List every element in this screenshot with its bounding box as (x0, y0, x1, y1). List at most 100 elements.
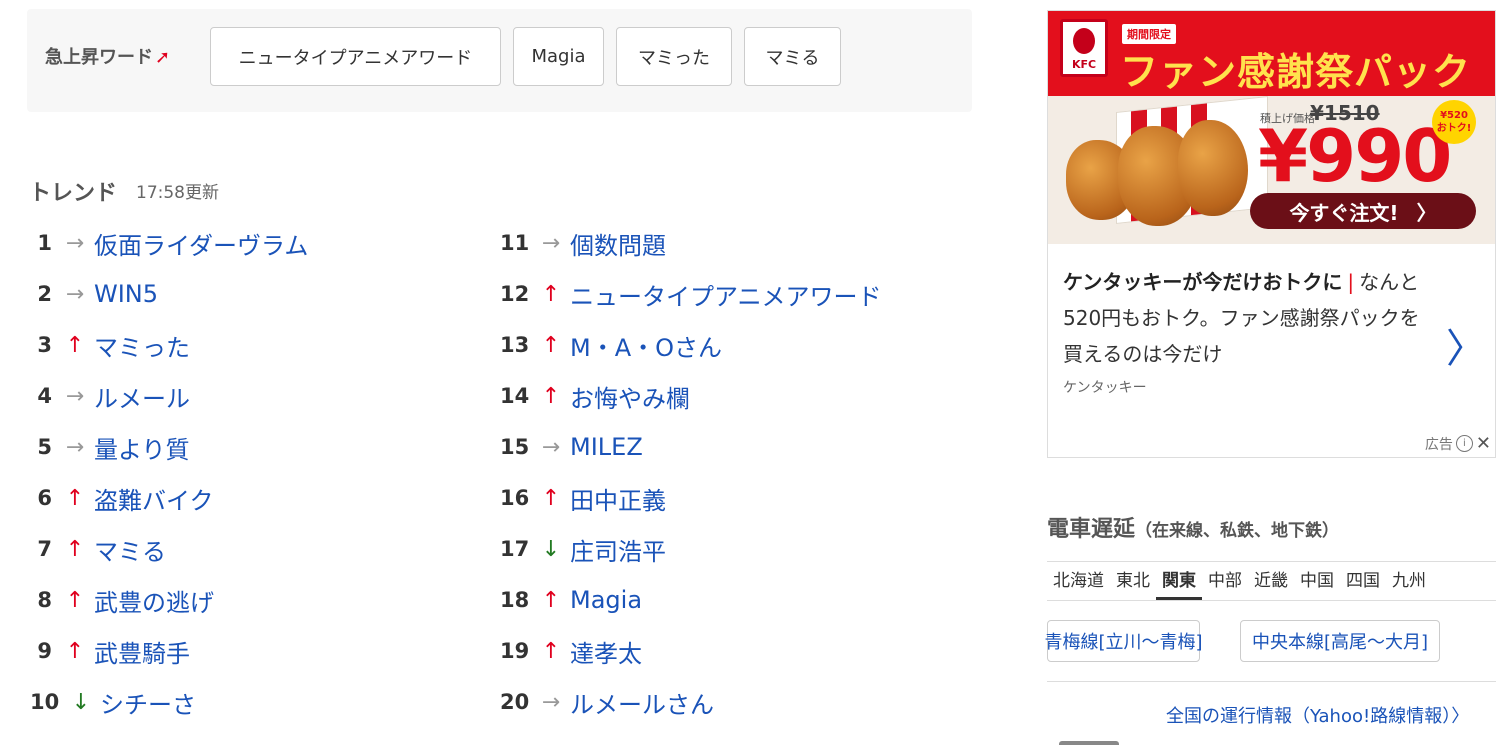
ad-label: 広告 (1424, 436, 1453, 453)
trend-word-link[interactable]: ルメール (94, 379, 190, 414)
trend-row[interactable]: 15 → MILEZ (500, 432, 643, 462)
trend-up-arrow-icon: ↑ (541, 383, 561, 409)
trend-up-arrow-icon: ↑ (65, 536, 85, 562)
delayed-line-chip[interactable]: 中央本線[高尾〜大月] (1240, 620, 1440, 662)
trend-word-link[interactable]: ルメールさん (570, 685, 714, 720)
trend-flat-arrow-icon: → (65, 434, 85, 460)
trend-rank: 7 (37, 537, 52, 561)
deal-badge-amount: ¥520 (1440, 110, 1468, 121)
ad-title[interactable]: ケンタッキーが今だけおトクに | なんと520円もおトク。ファン感謝祭パックを買える… (1063, 264, 1433, 372)
sale-price: ¥990 (1258, 114, 1452, 198)
trend-row[interactable]: 1 → 仮面ライダーヴラム (30, 226, 308, 261)
chevron-right-icon: 〉 (1416, 200, 1437, 225)
trend-up-arrow-icon: ↑ (65, 587, 85, 613)
trend-word-link[interactable]: 盗難バイク (94, 481, 214, 516)
trend-word-link[interactable]: M・A・Oさん (570, 328, 722, 363)
trend-word-link[interactable]: 武豊の逃げ (94, 583, 214, 618)
order-now-button[interactable]: 今すぐ注文! 〉 (1250, 193, 1476, 229)
region-tab[interactable]: 近畿 (1248, 562, 1294, 600)
trend-row[interactable]: 3 ↑ マミった (30, 328, 190, 363)
region-tab[interactable]: 関東 (1156, 562, 1202, 600)
trend-row[interactable]: 6 ↑ 盗難バイク (30, 481, 214, 516)
trend-word-link[interactable]: ニュータイプアニメアワード (570, 277, 882, 312)
rising-word-chip[interactable]: マミる (744, 27, 841, 86)
trend-up-arrow-icon: ↑ (541, 638, 561, 664)
rising-arrow-icon: ➚ (155, 47, 171, 68)
order-now-label: 今すぐ注文! (1289, 200, 1399, 225)
ad-banner-image[interactable]: KFC 期間限定 ファン感謝祭パック 積上げ価格 ¥1510 ¥990 ¥520… (1048, 11, 1495, 244)
deal-badge: ¥520 おトク! (1432, 100, 1476, 144)
trend-row[interactable]: 2 → WIN5 (30, 279, 158, 309)
close-icon[interactable]: ✕ (1476, 433, 1491, 454)
trend-word-link[interactable]: 田中正義 (570, 481, 666, 516)
trend-up-arrow-icon: ↑ (541, 281, 561, 307)
trend-rank: 1 (37, 231, 52, 255)
trend-row[interactable]: 5 → 量より質 (30, 430, 190, 465)
rising-word-chip[interactable]: マミった (616, 27, 732, 86)
trend-rank: 16 (500, 486, 530, 510)
trend-flat-arrow-icon: → (541, 434, 561, 460)
divider (1047, 681, 1496, 682)
ad-headline: ファン感謝祭パック (1120, 50, 1472, 94)
rising-word-chip[interactable]: ニュータイプアニメアワード (210, 27, 501, 86)
trend-row[interactable]: 17 ↓ 庄司浩平 (500, 532, 666, 567)
chevron-right-icon[interactable]: 〉 (1446, 329, 1486, 369)
trend-rank: 13 (500, 333, 530, 357)
trend-word-link[interactable]: 武豊騎手 (94, 634, 190, 669)
trend-up-arrow-icon: ↑ (65, 485, 85, 511)
trend-row[interactable]: 7 ↑ マミる (30, 532, 166, 567)
delayed-line-chip[interactable]: 青梅線[立川〜青梅] (1044, 620, 1203, 662)
info-icon[interactable]: i (1455, 435, 1473, 452)
region-tab[interactable]: 九州 (1386, 562, 1432, 600)
trend-rank: 20 (500, 690, 530, 714)
trend-row[interactable]: 10 ↓ シチーさ (30, 685, 196, 720)
trend-rank: 11 (500, 231, 530, 255)
trend-word-link[interactable]: MILEZ (570, 433, 643, 461)
trend-row[interactable]: 20 → ルメールさん (500, 685, 714, 720)
trend-row[interactable]: 4 → ルメール (30, 379, 190, 414)
trend-rank: 15 (500, 435, 530, 459)
region-tab[interactable]: 北海道 (1047, 562, 1110, 600)
ad-sponsor: ケンタッキー (1063, 380, 1147, 396)
ad-title-bold: ケンタッキーが今だけおトクに (1063, 270, 1343, 294)
trend-row[interactable]: 11 → 個数問題 (500, 226, 666, 261)
trend-down-arrow-icon: ↓ (71, 689, 91, 715)
trend-word-link[interactable]: Magia (570, 586, 642, 614)
trend-up-arrow-icon: ↑ (541, 587, 561, 613)
trend-word-link[interactable]: 量より質 (94, 430, 190, 465)
trend-row[interactable]: 12 ↑ ニュータイプアニメアワード (500, 277, 882, 312)
ad-card[interactable]: KFC 期間限定 ファン感謝祭パック 積上げ価格 ¥1510 ¥990 ¥520… (1047, 10, 1496, 458)
trend-word-link[interactable]: WIN5 (94, 280, 158, 308)
rising-word-chip[interactable]: Magia (513, 27, 604, 86)
national-train-info-link[interactable]: 全国の運行情報（Yahoo!路線情報）〉 (1166, 702, 1469, 728)
trend-row[interactable]: 14 ↑ お悔やみ欄 (500, 379, 690, 414)
trend-word-link[interactable]: 個数問題 (570, 226, 666, 261)
region-tab[interactable]: 東北 (1110, 562, 1156, 600)
trend-word-link[interactable]: マミる (94, 532, 166, 567)
trend-row[interactable]: 18 ↑ Magia (500, 585, 642, 615)
trend-up-arrow-icon: ↑ (65, 638, 85, 664)
chicken-piece-icon (1178, 120, 1248, 216)
trend-word-link[interactable]: 仮面ライダーヴラム (94, 226, 308, 261)
trend-flat-arrow-icon: → (541, 230, 561, 256)
trend-up-arrow-icon: ↑ (65, 332, 85, 358)
trend-word-link[interactable]: 庄司浩平 (570, 532, 666, 567)
trend-row[interactable]: 9 ↑ 武豊騎手 (30, 634, 190, 669)
trend-flat-arrow-icon: → (65, 383, 85, 409)
trend-word-link[interactable]: 達孝太 (570, 634, 642, 669)
trend-word-link[interactable]: マミった (94, 328, 190, 363)
trend-row[interactable]: 19 ↑ 達孝太 (500, 634, 642, 669)
trend-row[interactable]: 8 ↑ 武豊の逃げ (30, 583, 214, 618)
kfc-logo-text: KFC (1071, 58, 1097, 71)
trend-rank: 10 (30, 690, 60, 714)
region-tab[interactable]: 中国 (1294, 562, 1340, 600)
region-tab[interactable]: 四国 (1340, 562, 1386, 600)
trend-row[interactable]: 16 ↑ 田中正義 (500, 481, 666, 516)
trend-row[interactable]: 13 ↑ M・A・Oさん (500, 328, 722, 363)
trend-word-link[interactable]: シチーさ (100, 685, 196, 720)
scroll-stub (1059, 741, 1119, 745)
train-delay-heading: 電車遅延 (1047, 517, 1136, 542)
trend-rank: 14 (500, 384, 530, 408)
trend-word-link[interactable]: お悔やみ欄 (570, 379, 690, 414)
region-tab[interactable]: 中部 (1202, 562, 1248, 600)
